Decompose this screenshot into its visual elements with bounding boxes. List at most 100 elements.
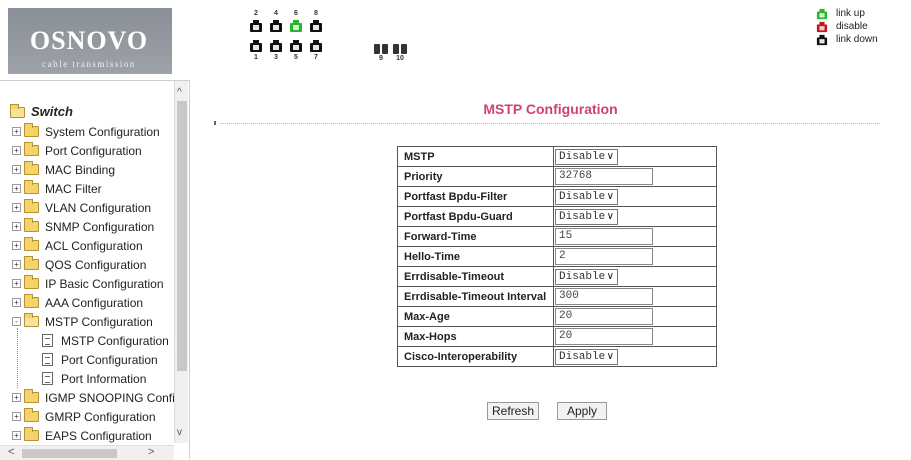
expand-icon[interactable]: + <box>12 279 21 288</box>
logo-subtitle: cable transmission <box>42 59 136 69</box>
table-row: Portfast Bpdu-Guard Disable ∨ <box>397 206 717 227</box>
sidebar-item-label: QOS Configuration <box>45 258 147 272</box>
sidebar-item-label: EAPS Configuration <box>45 429 152 443</box>
forward-time-input[interactable]: 15 <box>555 228 653 245</box>
document-icon <box>42 334 53 347</box>
sidebar-item-label: ACL Configuration <box>45 239 143 253</box>
port-1-icon[interactable] <box>250 40 262 52</box>
expand-icon[interactable]: + <box>12 146 21 155</box>
table-row: Cisco-Interoperability Disable ∨ <box>397 346 717 367</box>
expand-icon[interactable]: + <box>12 431 21 440</box>
sidebar-vertical-scrollbar[interactable]: ^ v <box>174 81 188 443</box>
hello-time-label: Hello-Time <box>397 246 554 267</box>
mstp-select[interactable]: Disable ∨ <box>555 148 618 165</box>
expand-icon[interactable]: + <box>12 203 21 212</box>
scroll-right-icon[interactable]: > <box>148 446 154 458</box>
fiber-port-10-icon[interactable] <box>393 44 407 54</box>
sidebar-item-label: AAA Configuration <box>45 296 144 310</box>
refresh-button[interactable]: Refresh <box>487 402 539 420</box>
legend-disable: disable <box>816 21 906 34</box>
document-icon <box>42 353 53 366</box>
hello-time-input[interactable]: 2 <box>555 248 653 265</box>
apply-button[interactable]: Apply <box>557 402 607 420</box>
expand-icon[interactable]: + <box>12 298 21 307</box>
scroll-thumb[interactable] <box>177 101 187 371</box>
portfast-bpdu-guard-value: Disable <box>559 210 606 223</box>
port-4-icon[interactable] <box>270 20 282 32</box>
port-legend: link up disable link down <box>816 8 906 47</box>
port-8-icon[interactable] <box>310 20 322 32</box>
port-5-icon[interactable] <box>290 40 302 52</box>
folder-open-icon <box>10 104 25 118</box>
folder-icon <box>24 275 39 289</box>
expand-icon[interactable]: + <box>12 184 21 193</box>
scroll-up-icon[interactable]: ^ <box>177 87 182 98</box>
port-number-4: 4 <box>274 10 278 17</box>
fiber-port-9-icon[interactable] <box>374 44 388 54</box>
portfast-bpdu-guard-select[interactable]: Disable ∨ <box>555 208 618 225</box>
sidebar-subitem-label: Port Information <box>61 372 147 386</box>
port-7-icon[interactable] <box>310 40 322 52</box>
chevron-down-icon: ∨ <box>606 350 614 362</box>
priority-input[interactable]: 32768 <box>555 168 653 185</box>
folder-icon <box>24 389 39 403</box>
title-divider <box>220 123 880 124</box>
folder-icon <box>24 237 39 251</box>
sidebar-item-label: IGMP SNOOPING Confi <box>45 391 175 405</box>
expand-icon[interactable]: + <box>12 165 21 174</box>
folder-open-icon <box>24 313 39 327</box>
sidebar-item-label: SNMP Configuration <box>45 220 155 234</box>
sidebar-horizontal-scrollbar[interactable]: < > <box>0 445 174 460</box>
expand-icon[interactable]: + <box>12 393 21 402</box>
table-row: Portfast Bpdu-Filter Disable ∨ <box>397 186 717 207</box>
expand-icon[interactable]: + <box>12 222 21 231</box>
port-number-9: 9 <box>379 55 383 62</box>
folder-icon <box>24 294 39 308</box>
sidebar-item-label: System Configuration <box>45 125 160 139</box>
cisco-interoperability-value: Disable <box>559 350 606 363</box>
errdisable-timeout-select[interactable]: Disable ∨ <box>555 268 618 285</box>
errdisable-timeout-value: Disable <box>559 270 606 283</box>
tree-root-label: Switch <box>31 104 73 119</box>
expand-icon[interactable]: + <box>12 412 21 421</box>
max-age-input[interactable]: 20 <box>555 308 653 325</box>
sidebar-subitem-label: Port Configuration <box>61 353 158 367</box>
expand-icon[interactable]: + <box>12 241 21 250</box>
sidebar-item-label: MAC Filter <box>45 182 102 196</box>
port-3-icon[interactable] <box>270 40 282 52</box>
forward-time-label: Forward-Time <box>397 226 554 247</box>
chevron-down-icon: ∨ <box>606 270 614 282</box>
cisco-interoperability-select[interactable]: Disable ∨ <box>555 348 618 365</box>
sidebar-item-label: GMRP Configuration <box>45 410 156 424</box>
table-row: Priority 32768 <box>397 166 717 187</box>
folder-icon <box>24 180 39 194</box>
port-number-3: 3 <box>274 54 278 61</box>
table-row: Max-Age 20 <box>397 306 717 327</box>
port-number-8: 8 <box>314 10 318 17</box>
max-hops-label: Max-Hops <box>397 326 554 347</box>
legend-disable-label: disable <box>836 21 868 32</box>
portfast-bpdu-filter-value: Disable <box>559 190 606 203</box>
max-hops-input[interactable]: 20 <box>555 328 653 345</box>
folder-icon <box>24 142 39 156</box>
port-6-icon[interactable] <box>290 20 302 32</box>
folder-icon <box>24 218 39 232</box>
expand-icon[interactable]: + <box>12 127 21 136</box>
port-2-icon[interactable] <box>250 20 262 32</box>
priority-label: Priority <box>397 166 554 187</box>
folder-icon <box>24 256 39 270</box>
scroll-left-icon[interactable]: < <box>8 446 14 458</box>
portfast-bpdu-filter-select[interactable]: Disable ∨ <box>555 188 618 205</box>
collapse-icon[interactable]: - <box>12 317 21 326</box>
errdisable-timeout-interval-input[interactable]: 300 <box>555 288 653 305</box>
expand-icon[interactable]: + <box>12 260 21 269</box>
sidebar-subitem-label: MSTP Configuration <box>61 334 169 348</box>
link-up-icon <box>816 8 828 20</box>
tree-connector <box>17 328 18 388</box>
portfast-bpdu-guard-label: Portfast Bpdu-Guard <box>397 206 554 227</box>
scroll-down-icon[interactable]: v <box>177 427 182 438</box>
scroll-thumb[interactable] <box>22 449 117 458</box>
table-row: Errdisable-Timeout Interval 300 <box>397 286 717 307</box>
header: OSNOVO cable transmission 2 4 6 8 1 3 5 … <box>0 0 911 80</box>
portfast-bpdu-filter-label: Portfast Bpdu-Filter <box>397 186 554 207</box>
